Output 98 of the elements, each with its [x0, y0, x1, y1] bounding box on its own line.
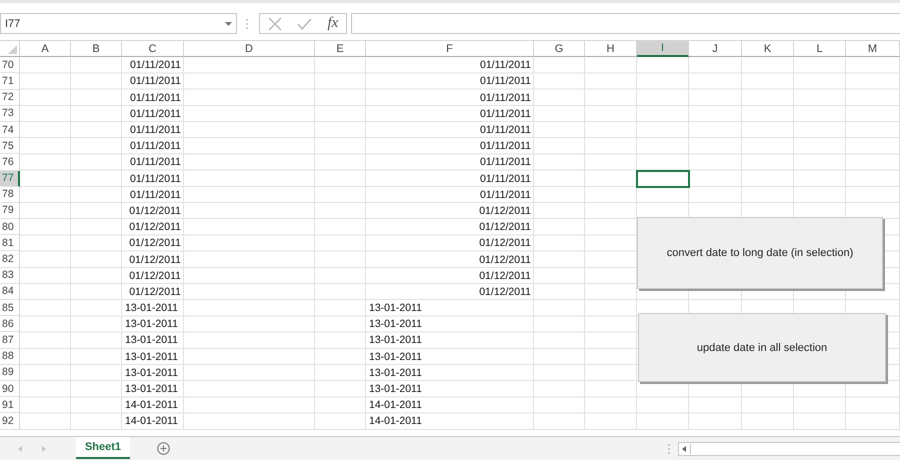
row-header[interactable]: 77 — [0, 170, 20, 187]
horizontal-scrollbar[interactable] — [678, 442, 900, 456]
column-header[interactable]: E — [315, 41, 366, 58]
sheet-tab[interactable]: Sheet1 — [76, 437, 130, 459]
row-header[interactable]: 89 — [0, 364, 20, 381]
insert-function-button[interactable]: fx — [327, 15, 338, 32]
table-cell: 01/11/2011 — [480, 172, 531, 185]
table-cell: 13-01-2011 — [125, 318, 178, 330]
table-cell: 01/11/2011 — [480, 188, 531, 201]
select-all-icon[interactable] — [8, 45, 17, 54]
previous-sheet-icon[interactable] — [18, 446, 22, 452]
table-cell: 01/12/2011 — [129, 237, 181, 250]
table-cell: 01/12/2011 — [479, 237, 531, 250]
row-header[interactable]: 73 — [0, 106, 20, 122]
cell-reference: I77 — [5, 18, 20, 30]
row-header[interactable]: 83 — [0, 268, 20, 284]
table-cell: 01/11/2011 — [480, 108, 531, 120]
table-cell: 13-01-2011 — [369, 383, 422, 396]
table-cell: 14-01-2011 — [369, 415, 422, 428]
column-header[interactable]: B — [71, 41, 122, 58]
row-header[interactable]: 84 — [0, 284, 20, 300]
row-header[interactable]: 79 — [0, 202, 20, 220]
table-cell: 01/11/2011 — [130, 156, 181, 168]
column-header[interactable]: A — [20, 41, 71, 58]
macro-button[interactable]: convert date to long date (in selection) — [637, 217, 883, 289]
table-cell: 01/12/2011 — [479, 254, 531, 266]
table-cell: 13-01-2011 — [369, 366, 422, 379]
name-box[interactable]: I77 — [0, 13, 237, 34]
row-header[interactable]: 92 — [0, 413, 20, 430]
row-header[interactable]: 88 — [0, 348, 20, 365]
table-cell: 13-01-2011 — [125, 366, 178, 379]
row-header[interactable]: 70 — [0, 57, 20, 74]
formula-input[interactable] — [351, 13, 900, 34]
macro-button[interactable]: update date in all selection — [638, 313, 886, 382]
table-cell: 13-01-2011 — [125, 334, 178, 346]
table-cell: 13-01-2011 — [369, 350, 422, 363]
table-cell: 01/11/2011 — [130, 172, 181, 185]
column-header[interactable]: C — [122, 41, 184, 58]
table-cell: 01/11/2011 — [130, 75, 181, 88]
row-header[interactable]: 82 — [0, 251, 20, 268]
row-header[interactable]: 85 — [0, 300, 20, 316]
column-header[interactable]: H — [585, 41, 637, 58]
row-header[interactable]: 75 — [0, 138, 20, 154]
column-header[interactable]: G — [534, 41, 585, 58]
table-cell: 01/11/2011 — [480, 156, 531, 168]
table-cell: 14-01-2011 — [125, 399, 178, 412]
table-cell: 01/11/2011 — [480, 59, 531, 72]
table-cell: 01/11/2011 — [480, 124, 531, 136]
table-cell: 01/11/2011 — [130, 188, 181, 201]
next-sheet-icon[interactable] — [42, 446, 46, 452]
column-header[interactable]: I — [637, 41, 689, 58]
table-cell: 13-01-2011 — [369, 334, 422, 346]
table-cell: 01/12/2011 — [129, 254, 181, 266]
column-header[interactable]: L — [794, 41, 846, 58]
row-header[interactable]: 91 — [0, 397, 20, 414]
cancel-icon[interactable] — [268, 16, 282, 30]
row-header[interactable]: 81 — [0, 235, 20, 252]
column-header[interactable]: D — [184, 41, 315, 58]
table-cell: 01/12/2011 — [129, 286, 181, 298]
dropdown-caret-icon[interactable] — [225, 22, 232, 26]
table-cell: 01/11/2011 — [480, 92, 531, 104]
row-header[interactable]: 72 — [0, 90, 20, 106]
table-cell: 13-01-2011 — [125, 350, 178, 363]
table-cell: 01/12/2011 — [129, 204, 181, 217]
check-icon[interactable] — [297, 18, 312, 30]
row-header[interactable]: 90 — [0, 380, 20, 398]
row-header[interactable]: 71 — [0, 73, 20, 90]
table-cell: 01/12/2011 — [129, 221, 181, 234]
table-cell: 01/12/2011 — [479, 286, 531, 298]
table-cell: 13-01-2011 — [125, 383, 178, 396]
table-cell: 01/11/2011 — [130, 59, 181, 72]
column-header[interactable]: M — [846, 41, 900, 58]
row-header[interactable]: 80 — [0, 219, 20, 236]
table-cell: 01/11/2011 — [480, 140, 531, 152]
table-cell: 14-01-2011 — [125, 415, 178, 428]
table-cell: 01/12/2011 — [479, 221, 531, 234]
active-cell[interactable] — [636, 170, 690, 188]
table-cell: 01/11/2011 — [130, 92, 181, 104]
table-cell: 01/12/2011 — [129, 270, 181, 282]
table-cell: 13-01-2011 — [369, 302, 422, 314]
table-cell: 01/11/2011 — [480, 75, 531, 88]
column-header[interactable]: F — [366, 41, 534, 58]
row-header[interactable]: 86 — [0, 316, 20, 332]
table-cell: 01/11/2011 — [130, 108, 181, 120]
table-cell: 13-01-2011 — [369, 318, 422, 330]
table-cell: 13-01-2011 — [125, 302, 178, 314]
row-header[interactable]: 78 — [0, 186, 20, 203]
row-header[interactable]: 87 — [0, 332, 20, 349]
table-cell: 01/12/2011 — [479, 270, 531, 282]
add-sheet-icon[interactable] — [157, 442, 170, 455]
table-cell: 14-01-2011 — [369, 399, 422, 412]
column-header[interactable]: J — [689, 41, 742, 58]
table-cell: 01/11/2011 — [130, 124, 181, 136]
table-cell: 01/12/2011 — [479, 204, 531, 217]
row-header[interactable]: 74 — [0, 122, 20, 138]
table-cell: 01/11/2011 — [130, 140, 181, 152]
column-header[interactable]: K — [742, 41, 794, 58]
row-header[interactable]: 76 — [0, 154, 20, 170]
